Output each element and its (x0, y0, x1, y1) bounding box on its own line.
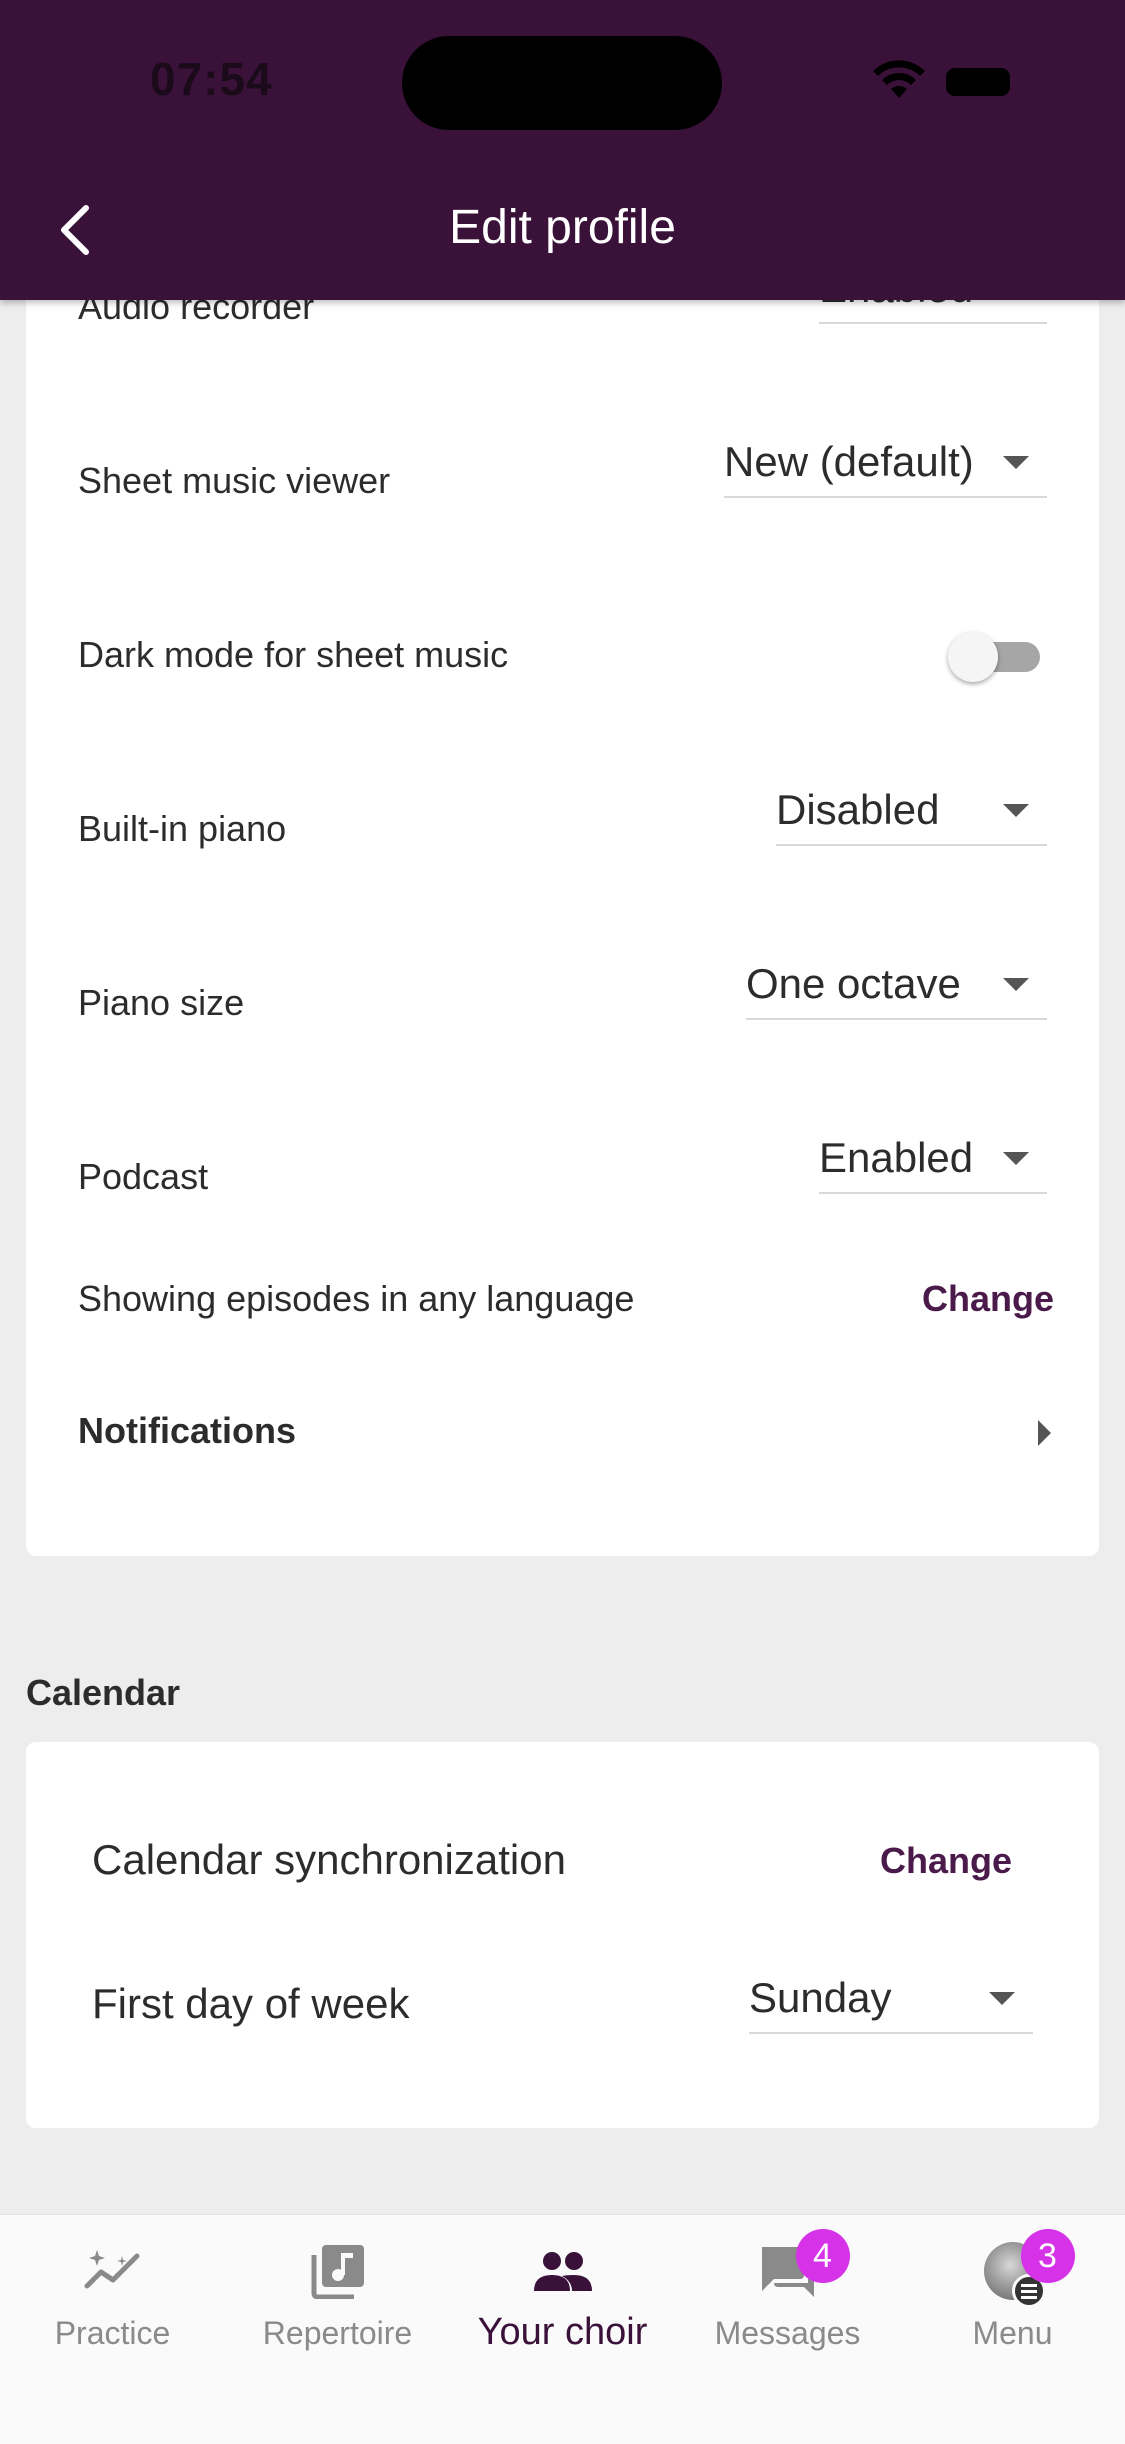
nav-practice[interactable]: Practice (0, 2215, 225, 2365)
nav-repertoire[interactable]: Repertoire (225, 2215, 450, 2365)
built-in-piano-value: Disabled (776, 786, 940, 833)
battery-icon (946, 68, 1010, 96)
profile-settings-card: Audio recorder Enabled Sheet music viewe… (26, 260, 1099, 1556)
nav-label: Menu (972, 2315, 1053, 2351)
calendar-sync-label: Calendar synchronization (92, 1836, 566, 1883)
nav-label: Practice (54, 2315, 171, 2351)
calendar-section-heading: Calendar (26, 1672, 181, 1713)
dropdown-caret-icon (1003, 455, 1029, 469)
page-title: Edit profile (449, 201, 676, 254)
nav-menu[interactable]: 3 Menu (900, 2215, 1125, 2365)
trending-icon (81, 2239, 145, 2303)
calendar-sync-change-link[interactable]: Change (880, 1840, 1012, 1882)
nav-label: Repertoire (262, 2315, 413, 2351)
piano-size-value: One octave (746, 960, 961, 1007)
wifi-icon (873, 60, 925, 98)
sheet-music-viewer-select[interactable]: New (default) (724, 428, 1047, 498)
app-header: 07:54 Edit profile (0, 0, 1125, 300)
status-time: 07:54 (150, 53, 273, 105)
dropdown-caret-icon (1003, 803, 1029, 817)
music-note-icon (306, 2239, 370, 2303)
podcast-label: Podcast (78, 1156, 209, 1197)
nav-label: Your choir (477, 2311, 648, 2353)
built-in-piano-label: Built-in piano (78, 808, 287, 849)
nav-label: Messages (714, 2315, 861, 2351)
first-day-select[interactable]: Sunday (749, 1964, 1033, 2034)
first-day-label: First day of week (92, 1980, 410, 2027)
toggle-knob (948, 632, 998, 682)
dropdown-caret-icon (989, 1991, 1015, 2005)
calendar-card: Calendar synchronization Change First da… (26, 1742, 1099, 2128)
first-day-value: Sunday (749, 1974, 892, 2021)
dropdown-caret-icon (1003, 1151, 1029, 1165)
sheet-music-viewer-label: Sheet music viewer (78, 460, 391, 501)
built-in-piano-select[interactable]: Disabled (776, 776, 1047, 846)
avatar-icon: 3 (981, 2229, 1075, 2308)
chevron-right-icon (1038, 1420, 1051, 1446)
sheet-music-viewer-value: New (default) (724, 438, 974, 485)
bottom-navigation: Practice Repertoire Your choir 4 Message… (0, 2214, 1125, 2444)
nav-your-choir[interactable]: Your choir (450, 2215, 675, 2365)
messages-badge: 4 (795, 2229, 850, 2283)
podcast-select[interactable]: Enabled (819, 1124, 1047, 1194)
dark-mode-toggle[interactable] (948, 632, 1042, 682)
dropdown-caret-icon (1003, 977, 1029, 991)
menu-badge: 3 (1020, 2229, 1075, 2283)
episodes-language-change-link[interactable]: Change (922, 1278, 1054, 1320)
nav-messages[interactable]: 4 Messages (675, 2215, 900, 2365)
episodes-language-label: Showing episodes in any language (78, 1278, 635, 1319)
dynamic-island (402, 36, 722, 130)
dark-mode-label: Dark mode for sheet music (78, 634, 509, 675)
piano-size-select[interactable]: One octave (746, 950, 1047, 1020)
notifications-label[interactable]: Notifications (78, 1410, 296, 1452)
podcast-value: Enabled (819, 1134, 974, 1181)
chat-icon: 4 (756, 2229, 850, 2303)
piano-size-label: Piano size (78, 982, 245, 1023)
group-icon (531, 2239, 595, 2303)
